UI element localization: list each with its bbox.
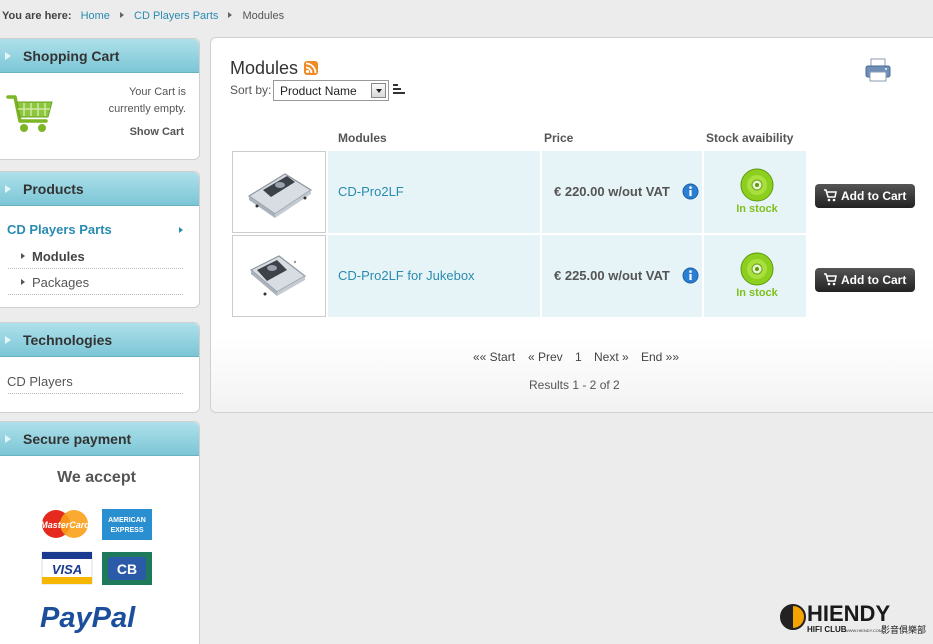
amex-logo-text-2: EXPRESS [110,527,143,534]
product-name-link[interactable]: CD-Pro2LF [338,184,404,199]
product-name-link[interactable]: CD-Pro2LF for Jukebox [338,268,475,283]
info-icon[interactable] [682,267,699,287]
bullet-triangle-icon [21,253,25,259]
shopping-cart-title: Shopping Cart [23,48,120,64]
add-to-cart-label: Add to Cart [841,273,907,287]
subcategory-packages[interactable]: Packages [21,275,89,290]
add-to-cart-button[interactable]: Add to Cart [815,184,915,208]
pager-start-link[interactable]: «« Start [473,350,515,364]
breadcrumb-home-link[interactable]: Home [81,10,110,22]
stock-status: In stock [736,203,778,215]
main-panel: Modules Sort by: Product Name Modules Pr… [210,37,933,413]
hiendy-logo-url: WWW.HIENDY.COM [845,628,882,633]
header-arrow-icon [5,336,11,344]
cart-status-line-2: currently empty. [108,103,186,115]
pager-current-page: 1 [575,350,582,364]
secure-payment-title: Secure payment [23,431,132,447]
pager-end-link[interactable]: End »» [641,350,679,364]
breadcrumb-cd-players-parts-link[interactable]: CD Players Parts [134,10,218,22]
divider [8,294,183,295]
visa-logo-text: VISA [52,562,82,577]
column-header-modules: Modules [338,131,387,145]
breadcrumb-label: You are here: [2,10,72,22]
mastercard-logo-text: MasterCard [40,520,90,530]
page-title: Modules [230,58,299,78]
technologies-box: Technologies CD Players [0,322,200,413]
sort-direction-icon[interactable] [393,83,405,97]
show-cart-link[interactable]: Show Cart [130,126,184,138]
products-header: Products [0,172,199,206]
product-row: CD-Pro2LF € 220.00 w/out VAT In stock Ad… [232,151,922,233]
info-icon[interactable] [682,183,699,203]
in-stock-disc-icon [739,167,775,206]
hiendy-logo-name: HIENDY [807,601,890,626]
dropdown-arrow-icon[interactable] [371,83,386,98]
secure-payment-header: Secure payment [0,422,199,456]
sort-by-value: Product Name [280,84,357,98]
breadcrumb-separator-icon [119,12,124,18]
product-price: € 225.00 w/out VAT [554,268,670,283]
sort-by-label: Sort by: [230,83,272,97]
add-to-cart-label: Add to Cart [841,189,907,203]
subcategory-modules[interactable]: Modules [21,249,85,264]
column-header-stock: Stock avaibility [706,131,794,145]
results-count: Results 1 - 2 of 2 [529,378,620,392]
we-accept-label: We accept [57,469,136,486]
divider [8,393,183,394]
pager-prev-link[interactable]: « Prev [528,350,563,364]
divider [8,268,183,269]
product-price: € 220.00 w/out VAT [554,184,670,199]
hiendy-logo-chinese: 影音俱樂部 [881,624,926,636]
bullet-triangle-icon [21,279,25,285]
paypal-logo: PayPal [40,602,136,634]
secure-payment-box: Secure payment We accept MasterCard AMER… [0,421,200,644]
breadcrumb: You are here: Home CD Players Parts Modu… [2,10,284,22]
amex-logo-text-1: AMERICAN [108,517,146,524]
breadcrumb-separator-icon [228,12,233,18]
sort-by-select[interactable]: Product Name [273,80,389,101]
category-cd-players-parts[interactable]: CD Players Parts [7,222,112,237]
hiendy-logo-sub: HIFI CLUB [807,625,847,634]
category-arrow-icon [179,227,183,233]
header-arrow-icon [5,435,11,443]
cart-status-line-1: Your Cart is [128,86,186,98]
header-arrow-icon [5,185,11,193]
product-thumbnail[interactable] [232,235,326,317]
printer-icon[interactable] [865,58,891,85]
header-arrow-icon [5,52,11,60]
shopping-cart-header: Shopping Cart [0,39,199,73]
shopping-cart-box: Shopping Cart Your Cart is currently emp… [0,38,200,160]
product-thumbnail[interactable] [232,151,326,233]
breadcrumb-current: Modules [242,10,285,22]
cb-logo-text: CB [117,561,137,577]
mastercard-logo: MasterCard [40,510,90,538]
shopping-cart-icon [6,93,54,138]
amex-logo: AMERICAN EXPRESS [102,509,152,540]
pager-next-link[interactable]: Next » [594,350,629,364]
column-header-price: Price [544,131,574,145]
products-title: Products [23,181,84,197]
product-row: CD-Pro2LF for Jukebox € 225.00 w/out VAT… [232,235,922,317]
stock-status: In stock [736,287,778,299]
hiendy-logo: HIENDY HIFI CLUB WWW.HIENDY.COM 影音俱樂部 [779,599,931,642]
technologies-header: Technologies [0,323,199,357]
technology-cd-players[interactable]: CD Players [7,374,73,389]
visa-logo: VISA [41,551,93,585]
rss-feed-icon[interactable] [304,61,318,75]
add-to-cart-button[interactable]: Add to Cart [815,268,915,292]
products-box: Products CD Players Parts Modules Packag… [0,171,200,308]
cb-logo: CB [102,552,152,585]
cart-status: Your Cart is currently empty. [109,84,186,118]
in-stock-disc-icon [739,251,775,290]
technologies-title: Technologies [23,332,113,348]
payment-logos: MasterCard AMERICAN EXPRESS VISA CB PayP… [40,509,152,634]
